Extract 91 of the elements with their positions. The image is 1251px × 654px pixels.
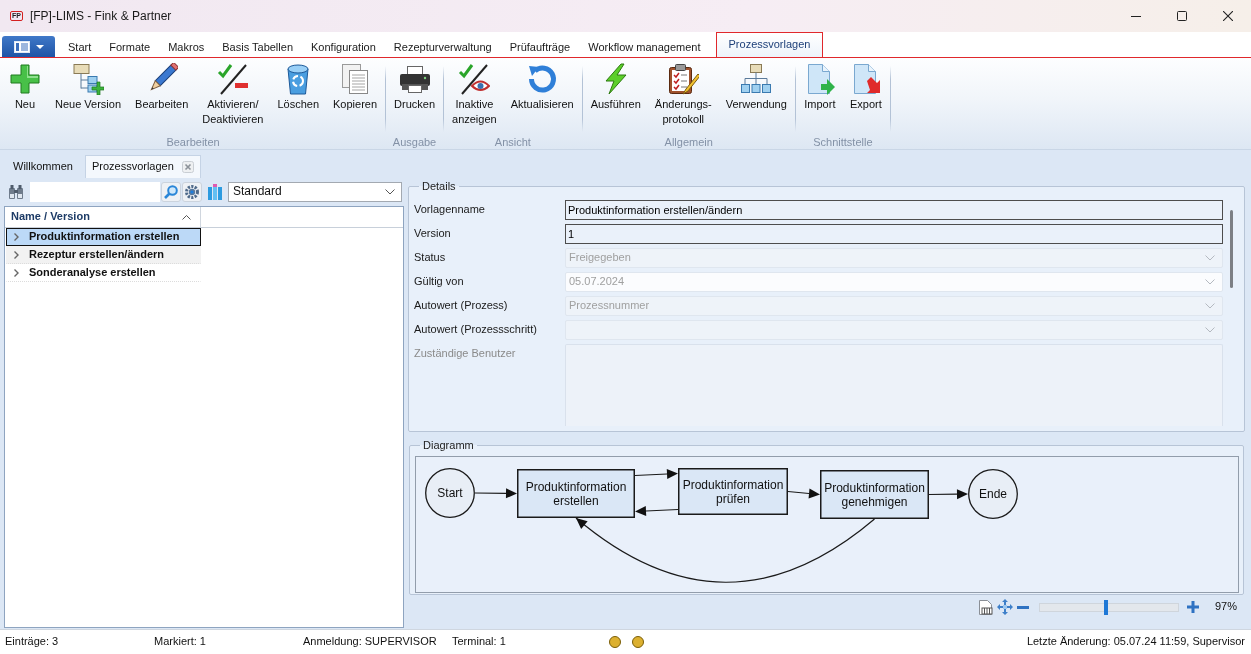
status-text: Markiert: 1 [154, 635, 207, 649]
status-text: Einträge: 3 [5, 635, 60, 649]
ribbon-button[interactable]: Bearbeiten [128, 60, 196, 135]
ribbon-button[interactable]: Drucken [387, 60, 442, 135]
chevron-right-icon[interactable] [14, 269, 19, 277]
documents-icon[interactable] [339, 63, 371, 95]
clipboard-icon[interactable] [667, 63, 700, 95]
tree-row[interactable]: Produktinformation erstellen [6, 228, 201, 246]
zoom-slider[interactable] [1038, 602, 1179, 612]
process-step-node: Produktinformation prüfen [678, 468, 788, 515]
start-node: Start [425, 468, 475, 518]
end-node: Ende [968, 469, 1018, 519]
app-menu-button[interactable] [2, 36, 55, 57]
hierarchy-plus-icon[interactable] [72, 63, 104, 95]
zoom-level-text: 97% [1214, 600, 1237, 614]
process-step-node: Produktinformation genehmigen [820, 470, 929, 519]
text-field[interactable]: 1 [565, 224, 1223, 244]
ribbon-tab[interactable]: Rezepturverwaltung [384, 37, 501, 57]
group-label: Schnittstelle [813, 135, 873, 149]
caret-down-icon[interactable] [35, 44, 44, 49]
list-icon[interactable] [13, 40, 30, 53]
connector-arrow [928, 489, 968, 500]
group-label: Allgemein [664, 135, 713, 149]
ribbon-button[interactable]: Neue Version [48, 60, 129, 135]
field-label: Autowert (Prozessschritt) [414, 323, 538, 337]
section-title: Details [421, 181, 457, 192]
ribbon-button[interactable]: Ausführen [583, 60, 648, 135]
ribbon-button[interactable]: Änderungs- protokoll [647, 60, 719, 135]
check-eye-icon[interactable] [458, 63, 491, 95]
ribbon-button[interactable]: Inaktive anzeigen [445, 60, 504, 135]
field-label: Vorlagenname [414, 203, 486, 217]
ribbon-tab[interactable]: Prozessvorlagen [715, 32, 824, 57]
document-tab[interactable]: Prozessvorlagen [84, 155, 201, 178]
status-text: Letzte Änderung: 05.07.24 11:59, Supervisor [1026, 635, 1245, 649]
group-label: Ausgabe [392, 135, 437, 149]
printer-icon[interactable] [398, 63, 431, 95]
tree-row[interactable]: Rezeptur erstellen/ändern [6, 246, 201, 264]
ribbon-tab[interactable]: Start [59, 37, 101, 57]
search-field[interactable] [30, 181, 160, 202]
check-minus-icon[interactable] [216, 63, 249, 95]
text-field[interactable]: Produktinformation erstellen/ändern [565, 200, 1223, 220]
binoculars-icon [8, 183, 24, 200]
tree-row[interactable]: Sonderanalyse erstellen [6, 264, 201, 282]
field-label: Status [414, 251, 447, 265]
status-text: Anmeldung: SUPERVISOR [303, 635, 438, 649]
slider-thumb[interactable] [1104, 599, 1109, 615]
ribbon-button[interactable]: Löschen [270, 60, 326, 135]
minimize-icon[interactable] [1131, 15, 1141, 17]
group-label: Ansicht [494, 135, 531, 149]
ribbon-button[interactable]: Kopieren [326, 60, 385, 135]
columns-icon[interactable] [208, 183, 222, 200]
status-text: Terminal: 1 [452, 635, 507, 649]
ribbon-button[interactable]: Aktualisieren [503, 60, 581, 135]
field-label: Version [414, 227, 452, 241]
caret-up-icon[interactable] [182, 214, 191, 220]
ribbon-button[interactable]: Neu [2, 60, 48, 135]
view-dropdown[interactable]: Standard [228, 181, 402, 202]
ribbon-button[interactable]: Aktivieren/ Deaktivieren [195, 60, 271, 135]
ribbon-tab[interactable]: Basis Tabellen [213, 37, 302, 57]
process-step-node: Produktinformation erstellen [517, 469, 635, 518]
field-label: Autowert (Prozess) [414, 299, 509, 313]
refresh-icon[interactable] [526, 63, 559, 95]
scrollbar-thumb[interactable] [1230, 210, 1233, 288]
section-title: Diagramm [422, 440, 475, 451]
fit-icon[interactable] [996, 599, 1013, 615]
close-icon[interactable] [1223, 11, 1233, 21]
page-icon[interactable] [978, 599, 993, 615]
chevron-right-icon[interactable] [14, 233, 19, 241]
hierarchy-icon[interactable] [740, 63, 773, 95]
ribbon-button[interactable]: Verwendung [718, 60, 794, 135]
connector-arrow [474, 488, 517, 499]
ribbon-button[interactable]: Import [796, 60, 843, 135]
window-title: [FP]-LIMS - Fink & Partner [29, 8, 172, 24]
group-label: Bearbeiten [166, 135, 220, 149]
field-label: Gültig von [414, 275, 465, 289]
connector-arrow [634, 469, 678, 479]
ribbon-tab[interactable]: Workflow management [579, 37, 710, 57]
ribbon-tab[interactable]: Makros [159, 37, 214, 57]
connector-arrow [787, 488, 820, 499]
minus-icon[interactable] [1016, 605, 1029, 609]
document-tab[interactable]: Willkommen [6, 155, 80, 178]
field-label: Zuständige Benutzer [414, 346, 517, 361]
plus-icon[interactable] [9, 63, 41, 95]
chevron-down-icon[interactable] [385, 188, 395, 195]
maximize-icon[interactable] [1177, 11, 1187, 21]
ribbon-tab[interactable]: Prüfaufträge [500, 37, 580, 57]
ribbon-tab[interactable]: Formate [100, 37, 160, 57]
chevron-right-icon[interactable] [14, 251, 19, 259]
ribbon-tab[interactable]: Konfiguration [302, 37, 385, 57]
ribbon-button[interactable]: Export [842, 60, 889, 135]
plus-icon[interactable] [1186, 601, 1199, 613]
